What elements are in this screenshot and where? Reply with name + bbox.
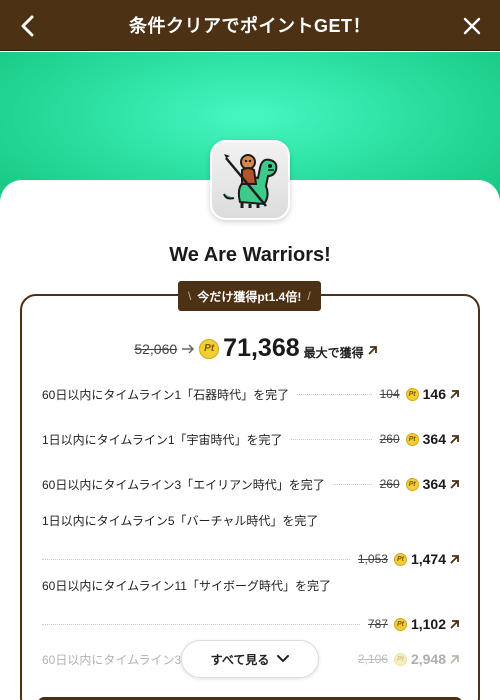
pt-coin-icon: Pt [405, 387, 419, 401]
new-points: 1,102 [410, 616, 446, 632]
app-icon [210, 140, 290, 220]
max-label: 最大で獲得 [303, 346, 364, 360]
arrow-up-right-icon [450, 620, 459, 629]
pt-coin-icon: Pt [393, 552, 407, 566]
arrow-up-right-icon [450, 555, 459, 564]
task-row: 60日以内にタイムライン1「石器時代」を完了 104 Pt 146 [42, 384, 460, 404]
old-points: 260 [379, 432, 400, 446]
badge-text: 今だけ獲得pt1.4倍! [197, 289, 302, 304]
arrow-up-right-icon [450, 390, 459, 399]
new-total: 71,368 [223, 334, 300, 362]
task-reward: 787 Pt 1,102 [368, 616, 460, 632]
old-points: 787 [367, 617, 388, 631]
arrow-right-icon [182, 343, 195, 354]
task-row: 1日以内にタイムライン5「バーチャル時代」を完了 1,053 Pt 1,474 [42, 510, 460, 569]
dotted-leader [42, 558, 350, 560]
boost-badge: \ 今だけ獲得pt1.4倍! / [178, 281, 321, 311]
task-reward: 260 Pt 364 [380, 476, 460, 492]
header-bar: 条件クリアでポイントGET！ [0, 0, 500, 51]
task-reward: 104 Pt 146 [380, 386, 460, 402]
pt-coin-icon: Pt [405, 432, 419, 446]
task-reward: 260 Pt 364 [380, 431, 460, 447]
task-reward: 1,053 Pt 1,474 [358, 551, 460, 567]
task-row: 60日以内にタイムライン11「サイボーグ時代」を完了 787 Pt 1,102 [42, 575, 460, 634]
close-button[interactable] [458, 12, 486, 40]
task-text: 60日以内にタイムライン3「エイリアン時代」を完了 [42, 477, 325, 492]
total-points: 52,060 Pt 71,368 最大で獲得 [0, 334, 500, 363]
arrow-up-right-icon [450, 480, 459, 489]
arrow-up-right-icon [368, 346, 377, 355]
new-points: 2,948 [410, 651, 446, 667]
dotted-leader [332, 483, 372, 485]
old-points: 1,053 [357, 552, 388, 566]
task-reward: 2,106 Pt 2,948 [358, 651, 460, 667]
badge-deco-left: \ [188, 289, 192, 303]
back-button[interactable] [14, 12, 42, 40]
close-icon [463, 17, 481, 35]
new-points: 146 [422, 386, 446, 402]
old-total: 52,060 [134, 340, 178, 357]
old-points: 104 [379, 387, 400, 401]
new-points: 1,474 [410, 551, 446, 567]
task-row: 60日以内にタイムライン3「エイリアン時代」を完了 260 Pt 364 [42, 474, 460, 494]
task-text: 60日以内にタイムライン3 [42, 652, 182, 667]
pt-coin-icon: Pt [393, 617, 407, 631]
task-row: 1日以内にタイムライン1「宇宙時代」を完了 260 Pt 364 [42, 429, 460, 449]
pt-coin-icon: Pt [393, 652, 407, 666]
see-all-button[interactable]: すべて見る [181, 640, 319, 678]
see-all-label: すべて見る [210, 652, 270, 667]
dotted-leader [297, 393, 372, 395]
arrow-up-right-icon [450, 655, 459, 664]
dotted-leader [290, 438, 372, 440]
task-text: 1日以内にタイムライン1「宇宙時代」を完了 [42, 432, 283, 447]
old-points: 260 [379, 477, 400, 491]
task-text: 1日以内にタイムライン5「バーチャル時代」を完了 [42, 513, 319, 528]
new-points: 364 [422, 476, 446, 492]
chevron-down-icon [277, 655, 290, 663]
pt-coin-icon: Pt [199, 338, 220, 359]
new-points: 364 [422, 431, 446, 447]
badge-deco-right: / [307, 289, 311, 303]
old-points: 2,106 [357, 652, 388, 666]
dotted-leader [42, 623, 360, 625]
chevron-left-icon [21, 15, 34, 37]
task-text: 60日以内にタイムライン11「サイボーグ時代」を完了 [42, 578, 331, 593]
warrior-riding-dinosaur-icon [223, 154, 278, 208]
task-text: 60日以内にタイムライン1「石器時代」を完了 [42, 387, 290, 402]
pt-coin-icon: Pt [405, 477, 419, 491]
arrow-up-right-icon [450, 435, 459, 444]
app-title: We Are Warriors! [169, 244, 331, 266]
header-title: 条件クリアでポイントGET！ [128, 16, 371, 36]
